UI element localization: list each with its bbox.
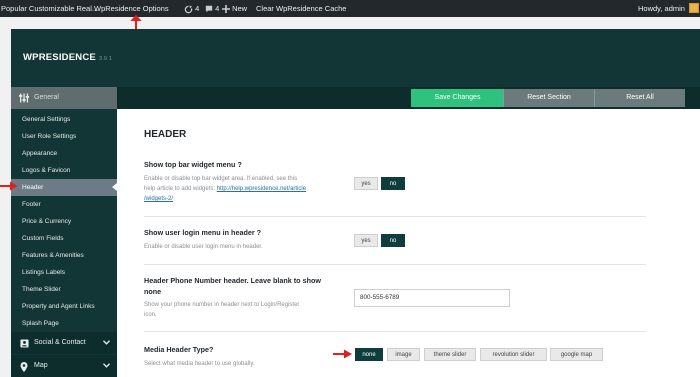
save-button[interactable]: Save Changes (411, 89, 504, 107)
tab-general-label: General (34, 94, 59, 101)
setting-description-line: Show your phone number in header next to… (144, 302, 300, 308)
avatar[interactable] (689, 3, 699, 13)
refresh-icon (184, 4, 193, 13)
tab-general[interactable]: General (11, 87, 117, 109)
sidebar-group-map[interactable]: Map (11, 355, 117, 377)
map-pin-icon (20, 362, 28, 372)
setting-description: Enable or disable top bar widget area. I… (144, 174, 349, 204)
logo-text: WPRESIDENCE (23, 52, 96, 63)
chevron-down-icon (103, 363, 110, 368)
annotation-arrow-right (0, 181, 18, 191)
updates-link[interactable]: 4 (184, 4, 199, 14)
help-article-link[interactable]: /widgets-2/ (144, 196, 173, 202)
theme-logo: WPRESIDENCE 3.9.1 (23, 52, 112, 63)
divider (144, 264, 646, 265)
sidebar-item-footer[interactable]: Footer (11, 196, 117, 213)
setting-description-line: Enable or disable top bar widget area. I… (144, 176, 298, 182)
chevron-down-icon (103, 340, 110, 345)
reset-all-button[interactable]: Reset All (594, 89, 685, 107)
wpresidence-options-link[interactable]: WpResidence Options (94, 4, 169, 13)
options-sidebar: General Settings User Role Settings Appe… (11, 109, 117, 377)
toggle-yes[interactable]: yes (354, 177, 378, 190)
setting-title: Show user login menu in header ? (144, 228, 262, 237)
sidebar-item-header[interactable]: Header (11, 179, 117, 196)
setting-description: Enable or disable user login menu in hea… (144, 244, 263, 250)
page-title: HEADER (144, 129, 187, 140)
contact-card-icon (20, 339, 29, 348)
setting-description-line: help article to add widgets: (144, 186, 216, 192)
sidebar-item-splash-page[interactable]: Splash Page (11, 315, 117, 332)
new-content-link[interactable]: New (222, 4, 248, 14)
options-content: HEADER Show top bar widget menu ? Enable… (117, 109, 700, 377)
clear-cache-link[interactable]: Clear WpResidence Cache (256, 4, 346, 13)
setting-title: Header Phone Number header. Leave blank … (144, 275, 374, 297)
sidebar-group-label: Social & Contact (34, 339, 86, 346)
sidebar-item-general-settings[interactable]: General Settings (11, 111, 117, 128)
sidebar-group-social-contact[interactable]: Social & Contact (11, 332, 117, 354)
sidebar-item-property-agent-links[interactable]: Property and Agent Links (11, 298, 117, 315)
setting-title-line: Header Phone Number header. Leave blank … (144, 276, 321, 285)
media-option-none[interactable]: none (355, 348, 383, 361)
sidebar-group-label: Map (34, 362, 48, 369)
howdy-account-link[interactable]: Howdy, admin (638, 4, 685, 13)
plus-icon (222, 5, 230, 14)
site-title-link[interactable]: Popular Customizable Real... (1, 4, 98, 13)
setting-description: Show your phone number in header next to… (144, 300, 349, 320)
comments-count: 4 (215, 4, 220, 13)
new-label: New (232, 4, 248, 13)
divider (144, 216, 646, 217)
setting-title: Show top bar widget menu ? (144, 160, 242, 169)
setting-description: Select what media header to use globally… (144, 361, 255, 367)
toggle-no[interactable]: no (381, 177, 405, 190)
sidebar-item-custom-fields[interactable]: Custom Fields (11, 230, 117, 247)
setting-title-line: none (144, 287, 162, 296)
phone-number-input[interactable]: 800-555-6789 (354, 289, 510, 307)
sidebar-item-price-currency[interactable]: Price & Currency (11, 213, 117, 230)
admin-bar: Popular Customizable Real... WpResidence… (0, 0, 700, 17)
sidebar-item-features-amenities[interactable]: Features & Amenities (11, 247, 117, 264)
comments-link[interactable]: 4 (205, 4, 219, 13)
media-option-revolution-slider[interactable]: revolution slider (480, 348, 547, 361)
settings-sliders-icon (19, 93, 29, 103)
divider (144, 331, 646, 332)
sidebar-item-logos-favicon[interactable]: Logos & Favicon (11, 162, 117, 179)
sidebar-item-user-role-settings[interactable]: User Role Settings (11, 128, 117, 145)
toggle-yes[interactable]: yes (354, 234, 378, 247)
media-option-image[interactable]: image (387, 348, 420, 361)
media-option-theme-slider[interactable]: theme slider (424, 348, 476, 361)
comment-icon (205, 5, 213, 13)
media-option-google-map[interactable]: google map (550, 348, 603, 361)
theme-options-header: WPRESIDENCE 3.9.1 (11, 29, 700, 87)
updates-count: 4 (195, 4, 200, 13)
toggle-no[interactable]: no (381, 234, 405, 247)
help-article-link[interactable]: http://help.wpresidence.net/article (217, 186, 306, 192)
version-text: 3.9.1 (98, 56, 113, 62)
sidebar-item-appearance[interactable]: Appearance (11, 145, 117, 162)
setting-description-line: icon. (144, 312, 157, 318)
annotation-arrow-right (333, 349, 352, 359)
sidebar-item-theme-slider[interactable]: Theme Slider (11, 281, 117, 298)
sidebar-item-listings-labels[interactable]: Listings Labels (11, 264, 117, 281)
reset-section-button[interactable]: Reset Section (503, 89, 594, 107)
